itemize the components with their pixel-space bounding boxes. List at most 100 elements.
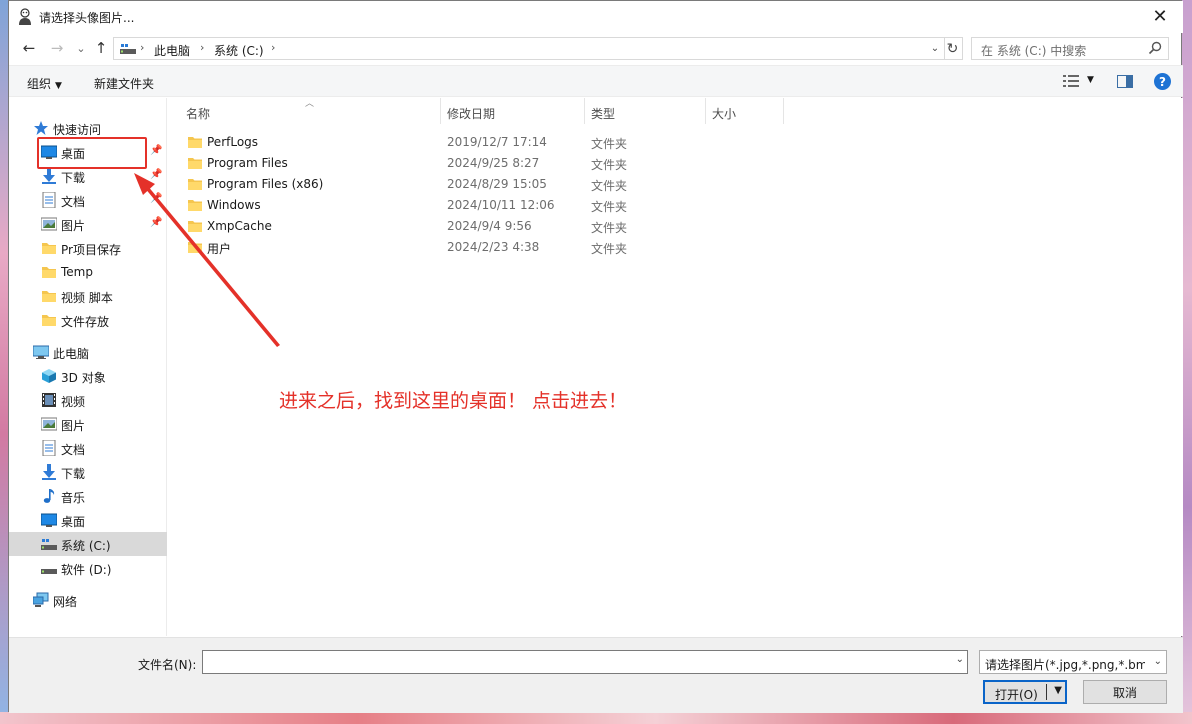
drive-icon (41, 539, 57, 550)
pin-icon: 📌 (150, 145, 163, 156)
view-dropdown-icon[interactable]: ▼ (1087, 75, 1094, 85)
file-name: Program Files (207, 156, 288, 170)
refresh-button[interactable]: ↻ (943, 37, 963, 60)
annotation-text: 进来之后，找到这里的桌面！ 点击进去！ (279, 390, 628, 412)
sidebar-label: 视频 (61, 395, 86, 409)
app-icon (19, 8, 31, 25)
folder-icon (42, 291, 56, 302)
sidebar-item-video-scripts[interactable]: 视频 脚本 (9, 284, 167, 308)
column-label: 名称 (186, 107, 211, 121)
sidebar-item-pictures[interactable]: 图片 📌 (9, 212, 167, 236)
table-row[interactable]: Windows 2024/10/11 12:06 文件夹 (169, 195, 1183, 216)
help-icon[interactable]: ? (1154, 73, 1171, 90)
sidebar-item-pc-pictures[interactable]: 图片 (9, 412, 167, 436)
search-box[interactable]: 在 系统 (C:) 中搜索 (971, 37, 1169, 60)
file-type-filter-value: 请选择图片(*.jpg,*.png,*.bmp, (985, 658, 1145, 672)
open-button[interactable]: 打开(O) ▼ (983, 680, 1067, 704)
sidebar-item-file-storage[interactable]: 文件存放 (9, 308, 167, 332)
document-icon (42, 440, 56, 456)
up-button[interactable]: ↑ (91, 38, 111, 58)
address-bar[interactable]: › 此电脑 › 系统 (C:) › ⌄ (113, 37, 945, 60)
desktop-background-left (0, 0, 8, 724)
file-open-dialog: 请选择头像图片... ✕ ← → ⌄ ↑ › 此电脑 › 系统 (C:) › ⌄… (8, 0, 1183, 713)
sidebar-label: 下载 (61, 171, 86, 185)
desktop-background-right (1182, 0, 1192, 724)
file-type: 文件夹 (591, 221, 628, 235)
drive-icon (120, 44, 136, 54)
folder-icon (188, 200, 202, 211)
search-placeholder: 在 系统 (C:) 中搜索 (981, 44, 1087, 58)
sidebar-item-documents[interactable]: 文档 📌 (9, 188, 167, 212)
cube-icon (42, 369, 56, 383)
desktop-background-bottom (0, 712, 1192, 724)
breadcrumb-drive-c[interactable]: 系统 (C:) (214, 42, 264, 59)
file-name: Windows (207, 198, 261, 212)
chevron-down-icon[interactable]: ⌄ (1154, 656, 1162, 667)
download-icon (42, 168, 56, 184)
sidebar-item-drive-c[interactable]: 系统 (C:) (9, 532, 167, 556)
sidebar-item-3d-objects[interactable]: 3D 对象 (9, 364, 167, 388)
caret-down-icon: ▼ (55, 81, 62, 91)
pin-icon: 📌 (150, 217, 163, 228)
sidebar-label: Pr项目保存 (61, 243, 121, 257)
file-date: 2024/2/23 4:38 (447, 240, 540, 254)
preview-pane-icon[interactable] (1117, 75, 1133, 88)
column-header-size[interactable]: 大小 (706, 98, 784, 124)
pin-icon: 📌 (150, 193, 163, 204)
file-date: 2019/12/7 17:14 (447, 135, 547, 149)
file-name: 用户 (207, 242, 232, 256)
column-header-date[interactable]: 修改日期 (441, 98, 585, 124)
recent-locations-button[interactable]: ⌄ (71, 38, 91, 58)
sidebar-label: 快速访问 (53, 123, 102, 137)
command-bar: 组织 ▼ 新建文件夹 ▼ ? (9, 65, 1183, 97)
sidebar-label: 桌面 (61, 515, 86, 529)
organize-menu[interactable]: 组织 ▼ (27, 75, 62, 92)
sidebar-label: 文档 (61, 195, 86, 209)
file-type: 文件夹 (591, 158, 628, 172)
highlight-box (37, 137, 147, 169)
sidebar-this-pc[interactable]: 此电脑 (9, 340, 167, 364)
sidebar-item-drive-d[interactable]: 软件 (D:) (9, 556, 167, 580)
breadcrumb-this-pc[interactable]: 此电脑 (154, 42, 190, 59)
new-folder-button[interactable]: 新建文件夹 (94, 75, 154, 92)
sidebar-item-pc-desktop[interactable]: 桌面 (9, 508, 167, 532)
sidebar-item-videos[interactable]: 视频 (9, 388, 167, 412)
caret-down-icon[interactable]: ▼ (1054, 685, 1062, 696)
table-row[interactable]: Program Files (x86) 2024/8/29 15:05 文件夹 (169, 174, 1183, 195)
column-header-type[interactable]: 类型 (585, 98, 706, 124)
file-date: 2024/9/4 9:56 (447, 219, 532, 233)
chevron-down-icon[interactable]: ⌄ (926, 38, 944, 59)
cancel-button[interactable]: 取消 (1083, 680, 1167, 704)
back-button[interactable]: ← (19, 38, 39, 58)
sort-ascending-icon: ︿ (305, 99, 315, 109)
sidebar-item-temp[interactable]: Temp (9, 260, 167, 284)
sidebar-label: 音乐 (61, 491, 86, 505)
navigation-pane: 快速访问 桌面 📌 下载 📌 文档 📌 图片 📌 Pr项目保存 Temp 视频 … (9, 98, 167, 636)
document-icon (42, 192, 56, 208)
view-options-icon[interactable] (1063, 75, 1079, 88)
file-type: 文件夹 (591, 242, 628, 256)
table-row[interactable]: XmpCache 2024/9/4 9:56 文件夹 (169, 216, 1183, 237)
filename-label: 文件名(N): (138, 658, 197, 672)
sidebar-item-pc-documents[interactable]: 文档 (9, 436, 167, 460)
download-icon (42, 464, 56, 480)
sidebar-item-pc-downloads[interactable]: 下载 (9, 460, 167, 484)
column-label: 大小 (712, 107, 737, 121)
file-type-filter[interactable]: 请选择图片(*.jpg,*.png,*.bmp, ⌄ (979, 650, 1167, 674)
filename-input[interactable]: ⌄ (202, 650, 968, 674)
sidebar-item-music[interactable]: 音乐 (9, 484, 167, 508)
file-type: 文件夹 (591, 200, 628, 214)
pin-icon: 📌 (150, 169, 163, 180)
table-row[interactable]: Program Files 2024/9/25 8:27 文件夹 (169, 153, 1183, 174)
desktop-icon (41, 513, 57, 527)
split-divider (1046, 684, 1047, 700)
sidebar-item-pr-projects[interactable]: Pr项目保存 (9, 236, 167, 260)
sidebar-network[interactable]: 网络 (9, 588, 167, 612)
column-header-name[interactable]: 名称 ︿ (169, 98, 441, 124)
table-row[interactable]: PerfLogs 2019/12/7 17:14 文件夹 (169, 132, 1183, 153)
close-button[interactable]: ✕ (1137, 1, 1183, 31)
column-label: 类型 (591, 107, 616, 121)
table-row[interactable]: 用户 2024/2/23 4:38 文件夹 (169, 237, 1183, 258)
forward-button[interactable]: → (47, 38, 67, 58)
chevron-down-icon[interactable]: ⌄ (956, 654, 964, 665)
